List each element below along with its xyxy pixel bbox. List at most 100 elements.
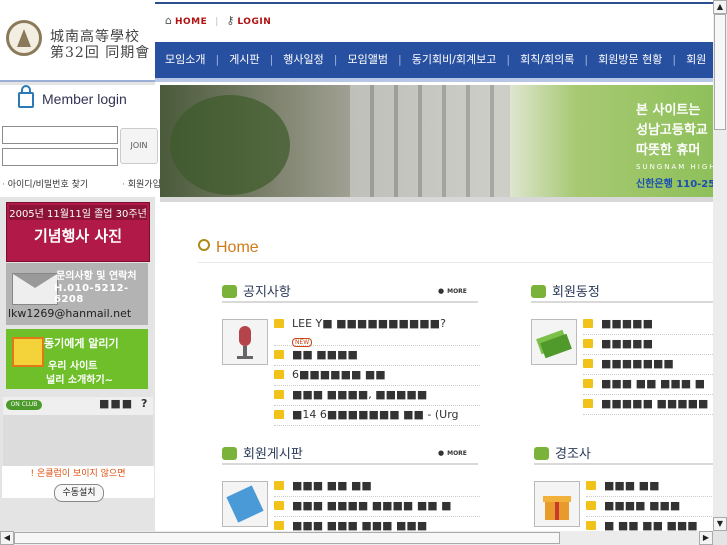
bullet-icon (274, 370, 284, 379)
list-item[interactable]: ■■■ ■■ ■■ (274, 477, 480, 497)
separator: | (215, 17, 219, 27)
list-item[interactable]: ■■■■ ■■■ (586, 497, 713, 517)
nav-item-dues[interactable]: 동기회비/회계보고 (402, 42, 507, 78)
scroll-right-arrow-icon[interactable]: ▶ (699, 531, 713, 545)
hero-line2: 성남고등학교 (636, 123, 708, 138)
vertical-scrollbar[interactable]: ▲ ▼ (713, 0, 727, 531)
board-section: 회원게시판 MORE ■■■ ■■ ■■ ■■■ ■■■■ ■■■■ ■■ ■ … (222, 443, 480, 531)
help-icon[interactable]: ? (141, 397, 147, 410)
notice-underline (222, 301, 478, 303)
member-login-title: Member login (18, 85, 127, 108)
onclub-plugin-area (3, 415, 153, 467)
join-button[interactable]: JOIN (120, 128, 158, 164)
board-item-text: ■■■ ■■■ ■■■ ■■■ (292, 519, 428, 531)
hero-line1: 본 사이트는 (636, 103, 701, 118)
list-item[interactable]: ■■■ ■■■ ■■■ ■■■ (274, 517, 480, 531)
scroll-up-arrow-icon[interactable]: ▲ (713, 0, 727, 14)
nav-item-about[interactable]: 모임소개 (155, 42, 215, 78)
horizontal-scrollbar[interactable]: ◀ ▶ (0, 531, 713, 545)
event-photo-banner[interactable]: 2005년 11월11일 졸업 30주년 기념행사 사진 (6, 202, 150, 262)
horizontal-scroll-thumb[interactable] (14, 532, 560, 544)
signup-link[interactable]: · 회원가입 (122, 177, 161, 190)
member-news-underline (531, 301, 713, 303)
bullet-icon (274, 521, 284, 530)
main-nav: 모임소개 | 게시판 | 행사일정 | 모임앨범 | 동기회비/회계보고 | 회칙/회의록 | 회원방문… (155, 42, 727, 78)
event-banner-subtitle: 2005년 11월11일 졸업 30주년 (9, 205, 147, 220)
scroll-left-arrow-icon[interactable]: ◀ (0, 531, 14, 545)
member-news-title-label: 회원동정 (552, 285, 600, 300)
nav-item-board[interactable]: 게시판 (219, 42, 269, 78)
vertical-scroll-thumb[interactable] (714, 14, 726, 130)
title-divider (198, 262, 715, 263)
list-item[interactable]: LEE Y■ ■■■■■■■■■■? NEW (274, 315, 480, 347)
notice-item-text: ■■■ ■■■■, ■■■■■ (292, 388, 428, 401)
scrollbar-corner (713, 531, 727, 545)
site-logo[interactable]: 城南高等學校 第32回 同期會 (0, 0, 155, 80)
list-item[interactable]: ■■■ ■■ (586, 477, 713, 497)
notice-title: 공지사항 (222, 281, 291, 300)
notice-item-text: ■■ ■■■■ (292, 348, 358, 361)
list-item[interactable]: ■■■■■ (583, 315, 713, 335)
list-item[interactable]: ■■■■■■■ (583, 355, 713, 375)
notify-friends-banner[interactable]: 동기에게 알리기 우리 사이트 널리 소개하기~ (6, 329, 148, 389)
member-news-list: ■■■■■ ■■■■■ ■■■■■■■ ■■■ ■■ ■■■ ■ ■■■■■ ■… (583, 315, 713, 415)
list-item[interactable]: ■■■ ■■■■ ■■■■ ■■ ■ (274, 497, 480, 517)
pencil-icon (222, 481, 268, 527)
bullet-icon (274, 390, 284, 399)
nav-item-album[interactable]: 모임앨범 (338, 42, 398, 78)
notice-item-text: 6■■■■■■ ■■ (292, 368, 386, 381)
board-title-label: 회원게시판 (243, 447, 303, 462)
money-icon (531, 319, 577, 365)
manual-install-button[interactable]: 수동설치 (54, 484, 104, 502)
list-item[interactable]: ■■■ ■■■■, ■■■■■ (274, 386, 480, 406)
notice-more-link[interactable]: MORE (438, 287, 467, 295)
member-login-label: Member login (42, 91, 127, 107)
board-list: ■■■ ■■ ■■ ■■■ ■■■■ ■■■■ ■■ ■ ■■■ ■■■ ■■■… (274, 477, 480, 531)
school-emblem-icon (6, 20, 42, 56)
board-underline (222, 463, 478, 465)
list-item[interactable]: 6■■■■■■ ■■ (274, 366, 480, 386)
key-icon: ⚷ (226, 14, 235, 27)
board-item-text: ■■■ ■■■■ ■■■■ ■■ ■ (292, 499, 452, 512)
list-item[interactable]: ■■ ■■■■ (274, 346, 480, 366)
find-id-password-link[interactable]: · 아이디/비밀번호 찾기 (2, 177, 88, 190)
bullet-icon (274, 481, 284, 490)
event-banner-title: 기념행사 사진 (33, 227, 123, 245)
bullet-icon (274, 501, 284, 510)
bullet-icon (583, 359, 593, 368)
bullet-icon (586, 501, 596, 510)
speech-bubble-icon (222, 285, 237, 298)
bullet-icon (583, 379, 593, 388)
nav-item-rules[interactable]: 회칙/회의록 (510, 42, 584, 78)
login-link[interactable]: LOGIN (237, 17, 271, 27)
house-icon (12, 337, 44, 367)
list-item[interactable]: ■■■■■ (583, 335, 713, 355)
page-title: Home (198, 239, 259, 257)
top-border (155, 2, 727, 4)
bullet-icon (274, 350, 284, 359)
username-input[interactable] (2, 126, 118, 144)
notice-section: 공지사항 MORE LEE Y■ ■■■■■■■■■■?NEW ■■ ■■■■ … (222, 281, 480, 431)
nav-item-members[interactable]: 회원 (676, 42, 716, 78)
password-input[interactable] (2, 148, 118, 166)
board-more-link[interactable]: MORE (438, 449, 467, 457)
scroll-down-arrow-icon[interactable]: ▼ (713, 517, 727, 531)
bullet-icon (586, 521, 596, 530)
tree-image (170, 95, 290, 195)
nav-item-schedule[interactable]: 행사일정 (273, 42, 333, 78)
condolence-item-text: ■ ■■ ■■ ■■■ (604, 519, 698, 531)
contact-banner[interactable]: 문의사항 및 연락처 H.010-5212-6208 lkw1269@hanma… (6, 263, 148, 325)
microphone-icon (222, 319, 268, 365)
bullet-icon (274, 319, 284, 328)
bullet-icon (583, 399, 593, 408)
notice-item-text: ■14 6■■■■■■■ ■■ - (Urg (292, 408, 459, 421)
list-item[interactable]: ■■■■■ ■■■■■ (583, 395, 713, 415)
condolence-title-label: 경조사 (555, 447, 591, 462)
notice-title-label: 공지사항 (243, 285, 291, 300)
nav-item-visits[interactable]: 회원방문 현황 (588, 42, 672, 78)
member-news-item-text: ■■■ ■■ ■■■ ■ (601, 377, 706, 390)
list-item[interactable]: ■ ■■ ■■ ■■■ (586, 517, 713, 531)
list-item[interactable]: ■■■ ■■ ■■■ ■ (583, 375, 713, 395)
list-item[interactable]: ■14 6■■■■■■■ ■■ - (Urg (274, 406, 480, 426)
home-link[interactable]: HOME (175, 17, 207, 27)
